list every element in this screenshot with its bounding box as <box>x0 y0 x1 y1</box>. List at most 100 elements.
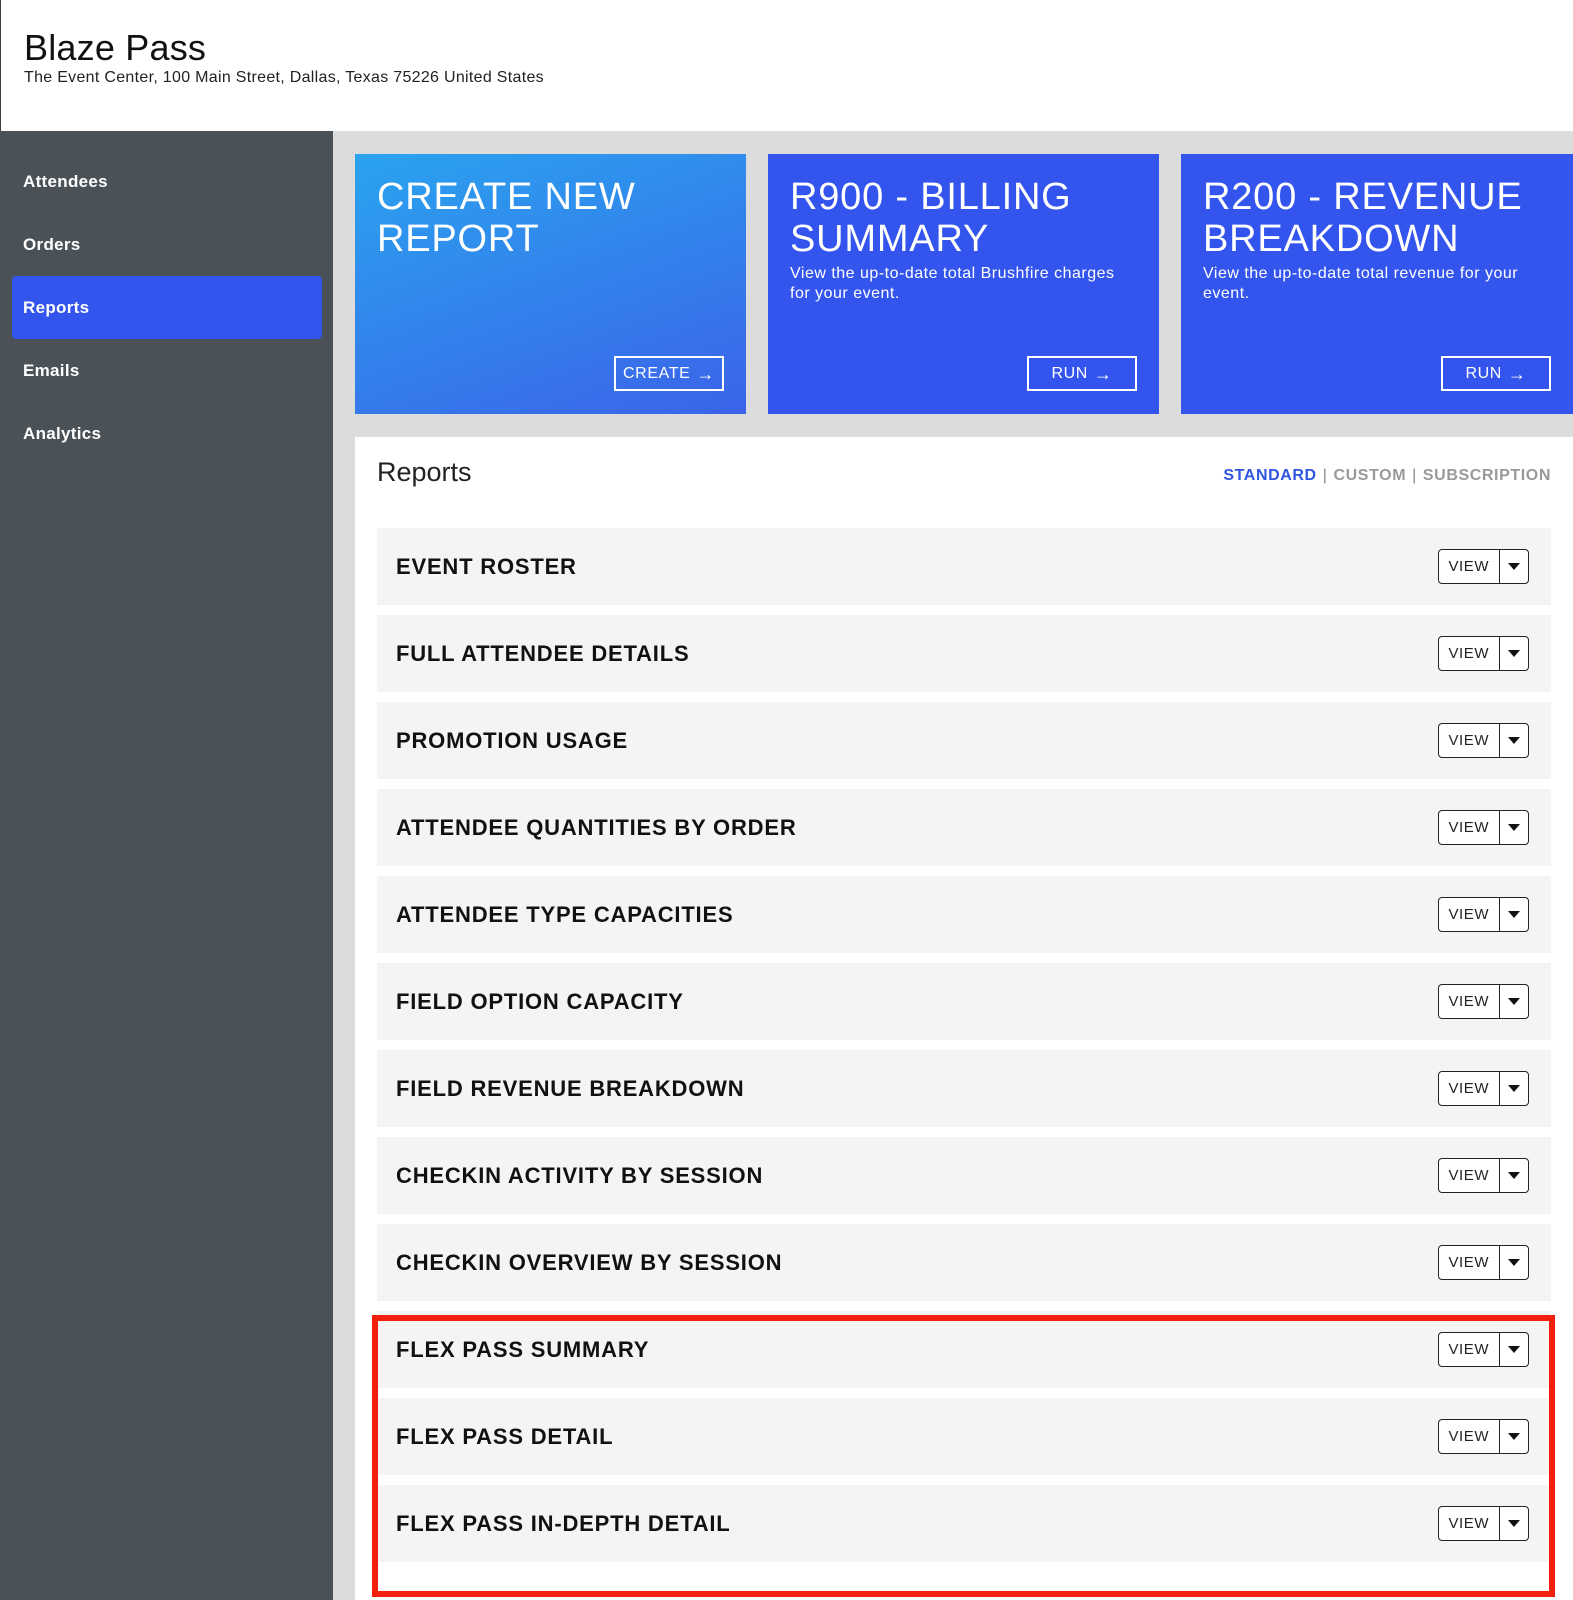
report-row: CHECKIN OVERVIEW BY SESSION VIEW <box>377 1224 1551 1301</box>
view-options-dropdown[interactable] <box>1498 550 1528 583</box>
view-button-group: VIEW <box>1438 1071 1529 1106</box>
view-button[interactable]: VIEW <box>1439 724 1499 757</box>
view-button-group: VIEW <box>1438 810 1529 845</box>
view-options-dropdown[interactable] <box>1498 811 1528 844</box>
view-button[interactable]: VIEW <box>1439 811 1499 844</box>
caret-down-icon <box>1507 737 1520 744</box>
view-button[interactable]: VIEW <box>1439 898 1499 931</box>
reports-title: Reports <box>377 457 472 487</box>
sidebar-item-attendees[interactable]: Attendees <box>12 150 322 213</box>
report-name: PROMOTION USAGE <box>396 727 629 753</box>
button-label: CREATE <box>623 364 691 382</box>
button-label: RUN <box>1051 364 1088 382</box>
view-options-dropdown[interactable] <box>1498 1072 1528 1105</box>
report-name: CHECKIN ACTIVITY BY SESSION <box>396 1162 764 1188</box>
event-address: The Event Center, 100 Main Street, Dalla… <box>24 69 544 86</box>
sidebar-item-label: Analytics <box>23 423 102 443</box>
tab-custom[interactable]: CUSTOM <box>1333 467 1406 485</box>
report-row: ATTENDEE TYPE CAPACITIES VIEW <box>377 876 1551 953</box>
view-button[interactable]: VIEW <box>1439 985 1499 1018</box>
view-button-group: VIEW <box>1438 723 1529 758</box>
view-options-dropdown[interactable] <box>1498 1159 1528 1192</box>
report-type-filter: STANDARD | CUSTOM | SUBSCRIPTION <box>1223 467 1551 485</box>
run-billing-button[interactable]: RUN → <box>1027 356 1137 391</box>
report-row: CHECKIN ACTIVITY BY SESSION VIEW <box>377 1137 1551 1214</box>
sidebar-item-reports[interactable]: Reports <box>12 276 322 339</box>
report-row: FLEX PASS IN-DEPTH DETAIL VIEW <box>377 1485 1551 1562</box>
sidebar: Attendees Orders Reports Emails Analytic… <box>0 131 333 1600</box>
billing-summary-card: R900 - BILLING SUMMARY View the up-to-da… <box>768 154 1159 414</box>
report-name: FULL ATTENDEE DETAILS <box>396 640 690 666</box>
card-title: R900 - BILLING SUMMARY <box>790 176 1072 260</box>
view-button-group: VIEW <box>1438 1245 1529 1280</box>
view-button-group: VIEW <box>1438 1506 1529 1541</box>
sidebar-item-label: Reports <box>23 297 90 317</box>
caret-down-icon <box>1507 998 1520 1005</box>
event-title: Blaze Pass <box>24 27 207 68</box>
report-name: EVENT ROSTER <box>396 553 577 579</box>
view-button-group: VIEW <box>1438 636 1529 671</box>
caret-down-icon <box>1507 1259 1520 1266</box>
view-options-dropdown[interactable] <box>1498 1333 1528 1366</box>
caret-down-icon <box>1507 1433 1520 1440</box>
button-label: RUN <box>1465 364 1502 382</box>
sidebar-item-emails[interactable]: Emails <box>12 339 322 402</box>
report-row: PROMOTION USAGE VIEW <box>377 702 1551 779</box>
caret-down-icon <box>1507 650 1520 657</box>
tab-separator: | <box>1322 467 1328 484</box>
report-name: FIELD OPTION CAPACITY <box>396 988 684 1014</box>
card-description: View the up-to-date total Brushfire char… <box>790 265 1115 302</box>
sidebar-item-analytics[interactable]: Analytics <box>12 402 322 465</box>
arrow-right-icon: → <box>696 363 715 384</box>
run-revenue-button[interactable]: RUN → <box>1441 356 1551 391</box>
view-button-group: VIEW <box>1438 1332 1529 1367</box>
report-row: EVENT ROSTER VIEW <box>377 528 1551 605</box>
caret-down-icon <box>1507 911 1520 918</box>
report-row: FIELD REVENUE BREAKDOWN VIEW <box>377 1050 1551 1127</box>
card-description: View the up-to-date total revenue for yo… <box>1203 265 1519 302</box>
view-button-group: VIEW <box>1438 1158 1529 1193</box>
report-row: FLEX PASS SUMMARY VIEW <box>377 1311 1551 1388</box>
report-row: FULL ATTENDEE DETAILS VIEW <box>377 615 1551 692</box>
event-header: Blaze Pass The Event Center, 100 Main St… <box>0 0 1573 131</box>
create-button[interactable]: CREATE → <box>614 356 724 391</box>
caret-down-icon <box>1507 1172 1520 1179</box>
view-button[interactable]: VIEW <box>1439 1333 1499 1366</box>
view-options-dropdown[interactable] <box>1498 985 1528 1018</box>
view-options-dropdown[interactable] <box>1498 1507 1528 1540</box>
caret-down-icon <box>1507 563 1520 570</box>
view-button-group: VIEW <box>1438 984 1529 1019</box>
view-options-dropdown[interactable] <box>1498 1420 1528 1453</box>
view-button[interactable]: VIEW <box>1439 1246 1499 1279</box>
caret-down-icon <box>1507 824 1520 831</box>
sidebar-item-label: Emails <box>23 360 80 380</box>
view-button[interactable]: VIEW <box>1439 1159 1499 1192</box>
view-options-dropdown[interactable] <box>1498 637 1528 670</box>
view-button[interactable]: VIEW <box>1439 1072 1499 1105</box>
report-row: ATTENDEE QUANTITIES BY ORDER VIEW <box>377 789 1551 866</box>
tab-separator: | <box>1412 467 1417 484</box>
view-options-dropdown[interactable] <box>1498 724 1528 757</box>
tab-standard[interactable]: STANDARD <box>1223 467 1316 485</box>
view-button-group: VIEW <box>1438 897 1529 932</box>
page: Blaze Pass The Event Center, 100 Main St… <box>0 0 1573 1600</box>
tab-subscription[interactable]: SUBSCRIPTION <box>1423 467 1551 485</box>
report-name: CHECKIN OVERVIEW BY SESSION <box>396 1249 783 1275</box>
arrow-right-icon: → <box>1507 363 1527 384</box>
view-button[interactable]: VIEW <box>1439 1507 1499 1540</box>
main-content: CREATE NEW REPORT CREATE → R900 - BILLIN… <box>333 131 1573 1600</box>
reports-panel: Reports STANDARD | CUSTOM | SUBSCRIPTION… <box>355 437 1573 1600</box>
view-options-dropdown[interactable] <box>1498 1246 1528 1279</box>
create-report-card: CREATE NEW REPORT CREATE → <box>355 154 746 414</box>
report-name: FLEX PASS IN-DEPTH DETAIL <box>396 1510 731 1536</box>
view-button[interactable]: VIEW <box>1439 637 1499 670</box>
sidebar-item-label: Orders <box>23 234 81 254</box>
report-name: ATTENDEE QUANTITIES BY ORDER <box>396 814 797 840</box>
report-name: ATTENDEE TYPE CAPACITIES <box>396 901 734 927</box>
view-options-dropdown[interactable] <box>1498 898 1528 931</box>
report-name: FLEX PASS DETAIL <box>396 1423 614 1449</box>
view-button[interactable]: VIEW <box>1439 550 1499 583</box>
view-button-group: VIEW <box>1438 549 1529 584</box>
view-button[interactable]: VIEW <box>1439 1420 1499 1453</box>
sidebar-item-orders[interactable]: Orders <box>12 213 322 276</box>
